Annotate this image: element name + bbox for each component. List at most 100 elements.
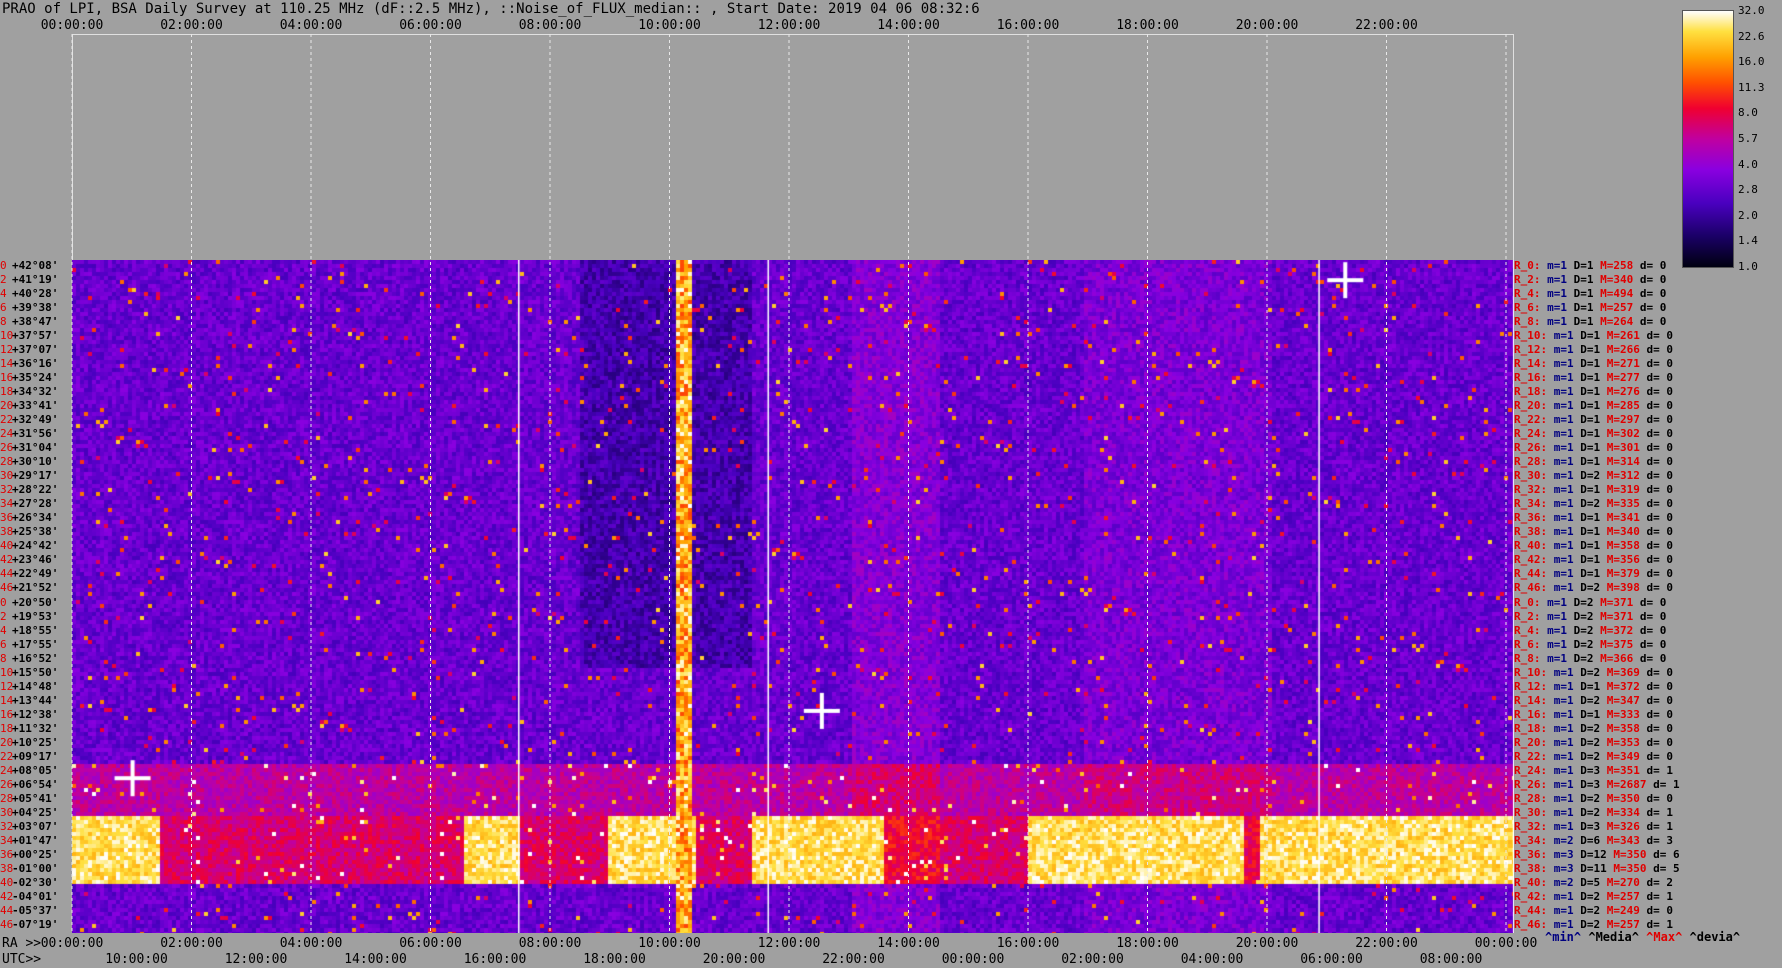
stat-min: m=1 bbox=[1547, 315, 1567, 329]
stat-r: R_36: bbox=[1514, 511, 1548, 525]
stat-row: R_34: m=2 D=6 M=343 d= 3 bbox=[1514, 834, 1673, 848]
stat-r: R_42: bbox=[1514, 889, 1548, 903]
stat-r: R_44: bbox=[1514, 903, 1548, 917]
dec-value: +06°54' bbox=[12, 777, 59, 791]
top-axis-tick: 06:00:00 bbox=[399, 18, 462, 33]
utc-axis-tick: 22:00:00 bbox=[822, 952, 885, 967]
dec-row: 38+25°38' bbox=[0, 525, 58, 539]
stat-max: M=276 bbox=[1606, 385, 1640, 399]
row-stats-panel: R_0: m=1 D=1 M=258 d= 0 R_2: m=1 D=1 M=34… bbox=[1514, 259, 1782, 933]
ra-axis-tick: 22:00:00 bbox=[1355, 936, 1418, 951]
stat-max: M=326 bbox=[1606, 819, 1640, 833]
stat-media: D=2 bbox=[1573, 623, 1594, 637]
stat-max: M=261 bbox=[1606, 329, 1640, 343]
dec-index: 30 bbox=[0, 469, 14, 483]
stat-devia: d= 0 bbox=[1646, 707, 1674, 721]
dec-row: 22+32°49' bbox=[0, 413, 58, 427]
stat-devia: d= 0 bbox=[1646, 525, 1674, 539]
dec-row: 46+21°52' bbox=[0, 581, 58, 595]
dec-value: +20°50' bbox=[12, 595, 59, 609]
stat-min: m=1 bbox=[1553, 791, 1574, 805]
stat-r: R_42: bbox=[1514, 553, 1548, 567]
dec-value: +08°05' bbox=[12, 763, 59, 777]
stat-r: R_8: bbox=[1514, 651, 1541, 665]
dec-row: 36+26°34' bbox=[0, 511, 58, 525]
stat-r: R_14: bbox=[1514, 357, 1548, 371]
colorbar bbox=[1682, 10, 1734, 268]
stat-min: m=1 bbox=[1553, 693, 1574, 707]
dec-value: +10°25' bbox=[12, 735, 59, 749]
stat-max: M=335 bbox=[1606, 497, 1640, 511]
stat-row: R_24: m=1 D=1 M=302 d= 0 bbox=[1514, 427, 1673, 441]
stat-media: D=2 bbox=[1580, 735, 1601, 749]
dec-row: 24+08°05' bbox=[0, 764, 58, 778]
stat-row: R_16: m=1 D=1 M=277 d= 0 bbox=[1514, 371, 1673, 385]
stat-max: M=343 bbox=[1606, 833, 1640, 847]
stat-max: M=351 bbox=[1606, 763, 1640, 777]
stat-min: m=1 bbox=[1547, 301, 1567, 315]
stat-media: D=1 bbox=[1580, 357, 1601, 371]
dec-index: 20 bbox=[0, 399, 14, 413]
dec-value: +03°07' bbox=[12, 819, 59, 833]
stat-max: M=264 bbox=[1600, 315, 1634, 329]
stat-devia: d= 0 bbox=[1646, 497, 1674, 511]
dec-index: 22 bbox=[0, 413, 14, 427]
stat-media: D=2 bbox=[1573, 609, 1594, 623]
stat-max: M=312 bbox=[1606, 469, 1640, 483]
stat-r: R_40: bbox=[1514, 875, 1548, 889]
stat-r: R_16: bbox=[1514, 371, 1548, 385]
dec-index: 46 bbox=[0, 917, 14, 931]
stat-media: D=2 bbox=[1580, 693, 1601, 707]
stat-max: M=334 bbox=[1606, 805, 1640, 819]
top-ra-axis: 00:00:00 02:00:00 04:00:00 06:00:00 08:00:00… bbox=[0, 18, 1520, 34]
dec-index: 8 bbox=[0, 651, 7, 665]
stat-r: R_32: bbox=[1514, 483, 1548, 497]
stat-r: R_8: bbox=[1514, 315, 1541, 329]
stat-min: m=2 bbox=[1553, 833, 1574, 847]
stat-devia: d= 0 bbox=[1646, 539, 1674, 553]
stat-devia: d= 1 bbox=[1646, 889, 1674, 903]
utc-axis-tick: 08:00:00 bbox=[1419, 952, 1483, 967]
utc-axis-prefix: UTC>> bbox=[2, 952, 42, 967]
stat-row: R_28: m=1 D=2 M=350 d= 0 bbox=[1514, 792, 1673, 806]
stat-media: D=1 bbox=[1580, 343, 1601, 357]
dec-index: 40 bbox=[0, 539, 14, 553]
stat-row: R_32: m=1 D=1 M=319 d= 0 bbox=[1514, 483, 1673, 497]
stat-row: R_28: m=1 D=1 M=314 d= 0 bbox=[1514, 455, 1673, 469]
stats-max-label: ^Max^ bbox=[1646, 930, 1683, 944]
stat-media: D=3 bbox=[1580, 763, 1601, 777]
stat-min: m=1 bbox=[1553, 581, 1574, 595]
stat-devia: d= 0 bbox=[1639, 315, 1667, 329]
dec-row: 16+35°24' bbox=[0, 371, 58, 385]
dec-index: 10 bbox=[0, 665, 14, 679]
stat-media: D=1 bbox=[1573, 259, 1594, 272]
dec-index: 18 bbox=[0, 385, 14, 399]
dec-value: +41°19' bbox=[12, 273, 59, 287]
dec-value: +18°55' bbox=[12, 623, 59, 637]
utc-axis-tick: 10:00:00 bbox=[105, 952, 168, 967]
stat-min: m=3 bbox=[1553, 861, 1574, 875]
stat-row: R_22: m=1 D=1 M=297 d= 0 bbox=[1514, 413, 1673, 427]
colorbar-tick: 8.0 bbox=[1738, 106, 1758, 120]
stat-row: R_38: m=1 D=1 M=340 d= 0 bbox=[1514, 525, 1673, 539]
stat-max: M=371 bbox=[1600, 595, 1634, 609]
dec-row: 42+23°46' bbox=[0, 553, 58, 567]
stat-min: m=1 bbox=[1547, 259, 1567, 272]
stat-media: D=2 bbox=[1573, 637, 1594, 651]
dec-row: 10+37°57' bbox=[0, 329, 58, 343]
stat-max: M=398 bbox=[1606, 581, 1640, 595]
stat-min: m=1 bbox=[1553, 553, 1574, 567]
dec-row: 26+06°54' bbox=[0, 778, 58, 792]
dec-value: +28°22' bbox=[12, 483, 59, 497]
stat-media: D=1 bbox=[1580, 385, 1601, 399]
stat-devia: d= 0 bbox=[1646, 791, 1674, 805]
dec-index: 28 bbox=[0, 455, 14, 469]
stat-r: R_14: bbox=[1514, 693, 1548, 707]
stat-media: D=1 bbox=[1580, 539, 1601, 553]
dec-row: 28+30°10' bbox=[0, 455, 58, 469]
dec-row: 26+31°04' bbox=[0, 441, 58, 455]
stat-r: R_16: bbox=[1514, 707, 1548, 721]
stats-devia-label: ^devia^ bbox=[1689, 930, 1741, 944]
stat-min: m=1 bbox=[1553, 371, 1574, 385]
dec-row: 20+10°25' bbox=[0, 736, 58, 750]
